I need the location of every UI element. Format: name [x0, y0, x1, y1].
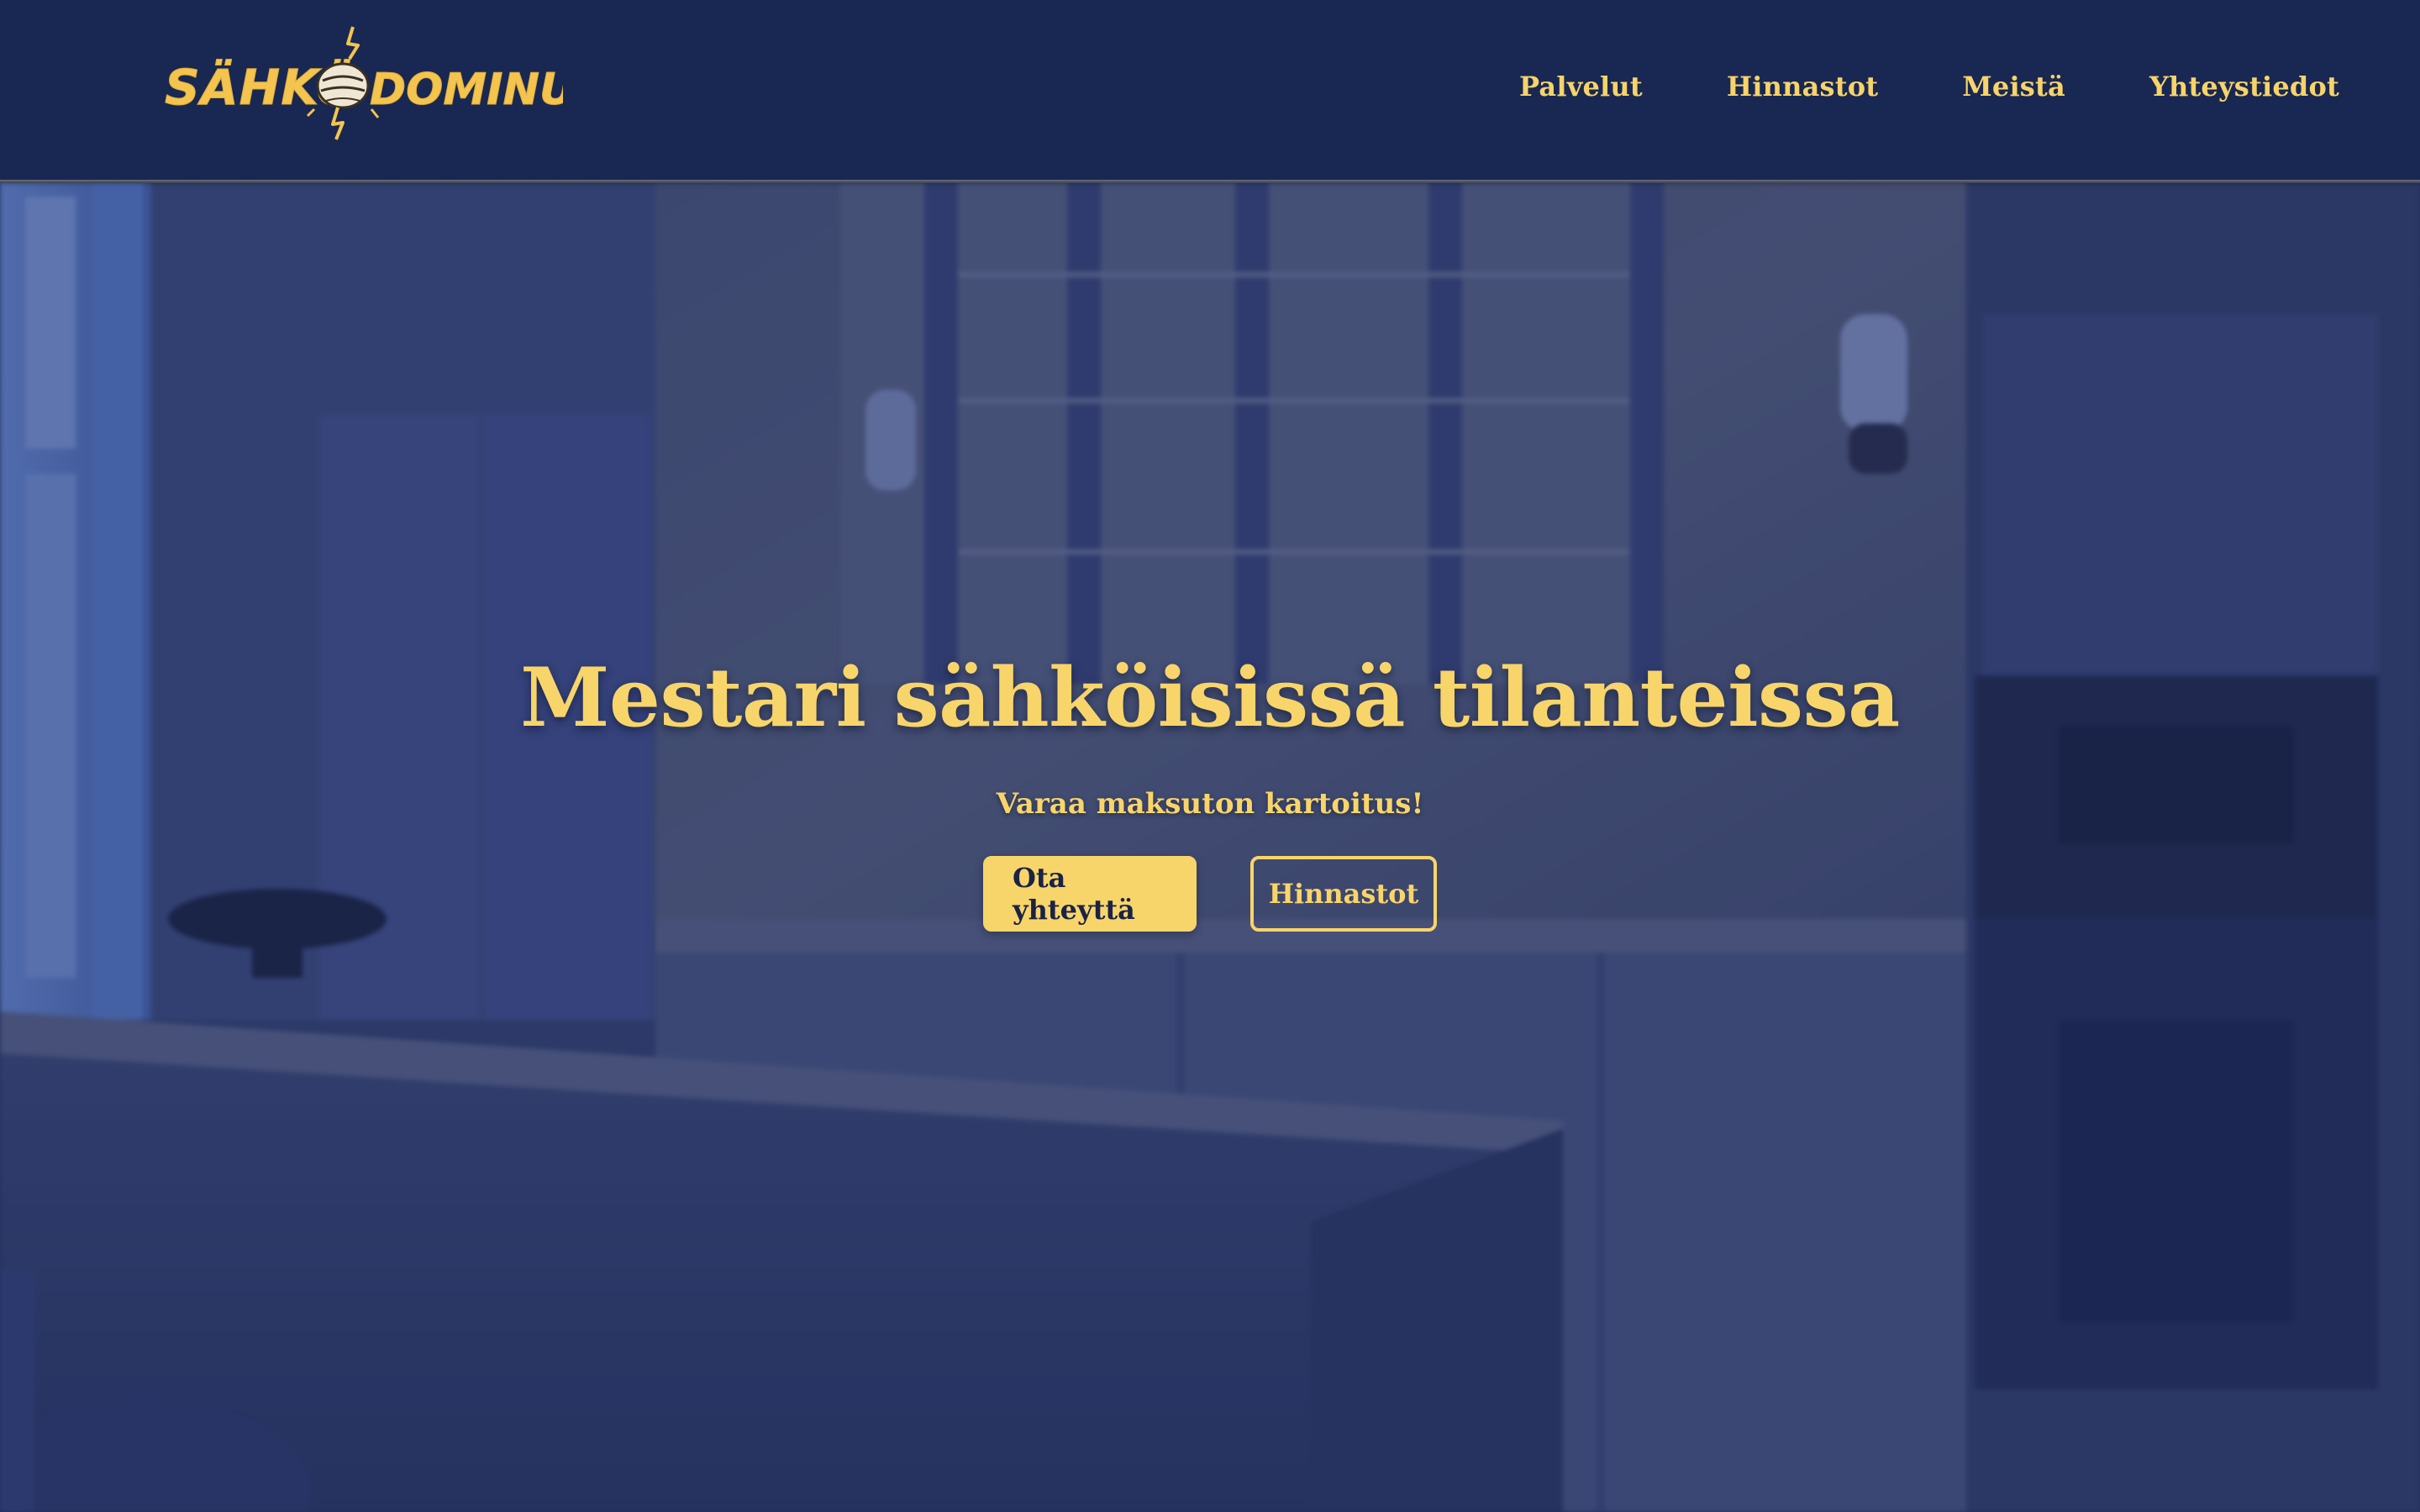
- hero-title: Mestari sähköisissä tilanteissa: [520, 650, 1900, 745]
- nav-link-palvelut[interactable]: Palvelut: [1519, 71, 1643, 102]
- main-nav: Palvelut Hinnastot Meistä Yhteystiedot: [1519, 71, 2339, 102]
- contact-button[interactable]: Ota yhteyttä: [983, 856, 1197, 932]
- site-header: SÄHKÖ DOMINUS Palvelut Hinnastot Meistä …: [0, 0, 2420, 183]
- nav-link-yhteystiedot[interactable]: Yhteystiedot: [2149, 71, 2339, 102]
- pricing-button[interactable]: Hinnastot: [1250, 856, 1437, 932]
- nav-link-hinnastot[interactable]: Hinnastot: [1727, 71, 1878, 102]
- brand-logo[interactable]: SÄHKÖ DOMINUS: [165, 25, 563, 143]
- hero-section: Mestari sähköisissä tilanteissa Varaa ma…: [0, 180, 2420, 1512]
- logo-text-right: DOMINUS: [370, 65, 563, 115]
- hero-subtitle: Varaa maksuton kartoitus!: [996, 787, 1424, 821]
- hero-content: Mestari sähköisissä tilanteissa Varaa ma…: [0, 650, 2420, 932]
- nav-link-meista[interactable]: Meistä: [1962, 71, 2065, 102]
- hero-buttons: Ota yhteyttä Hinnastot: [983, 856, 1437, 932]
- lightning-fist-icon: [306, 26, 380, 140]
